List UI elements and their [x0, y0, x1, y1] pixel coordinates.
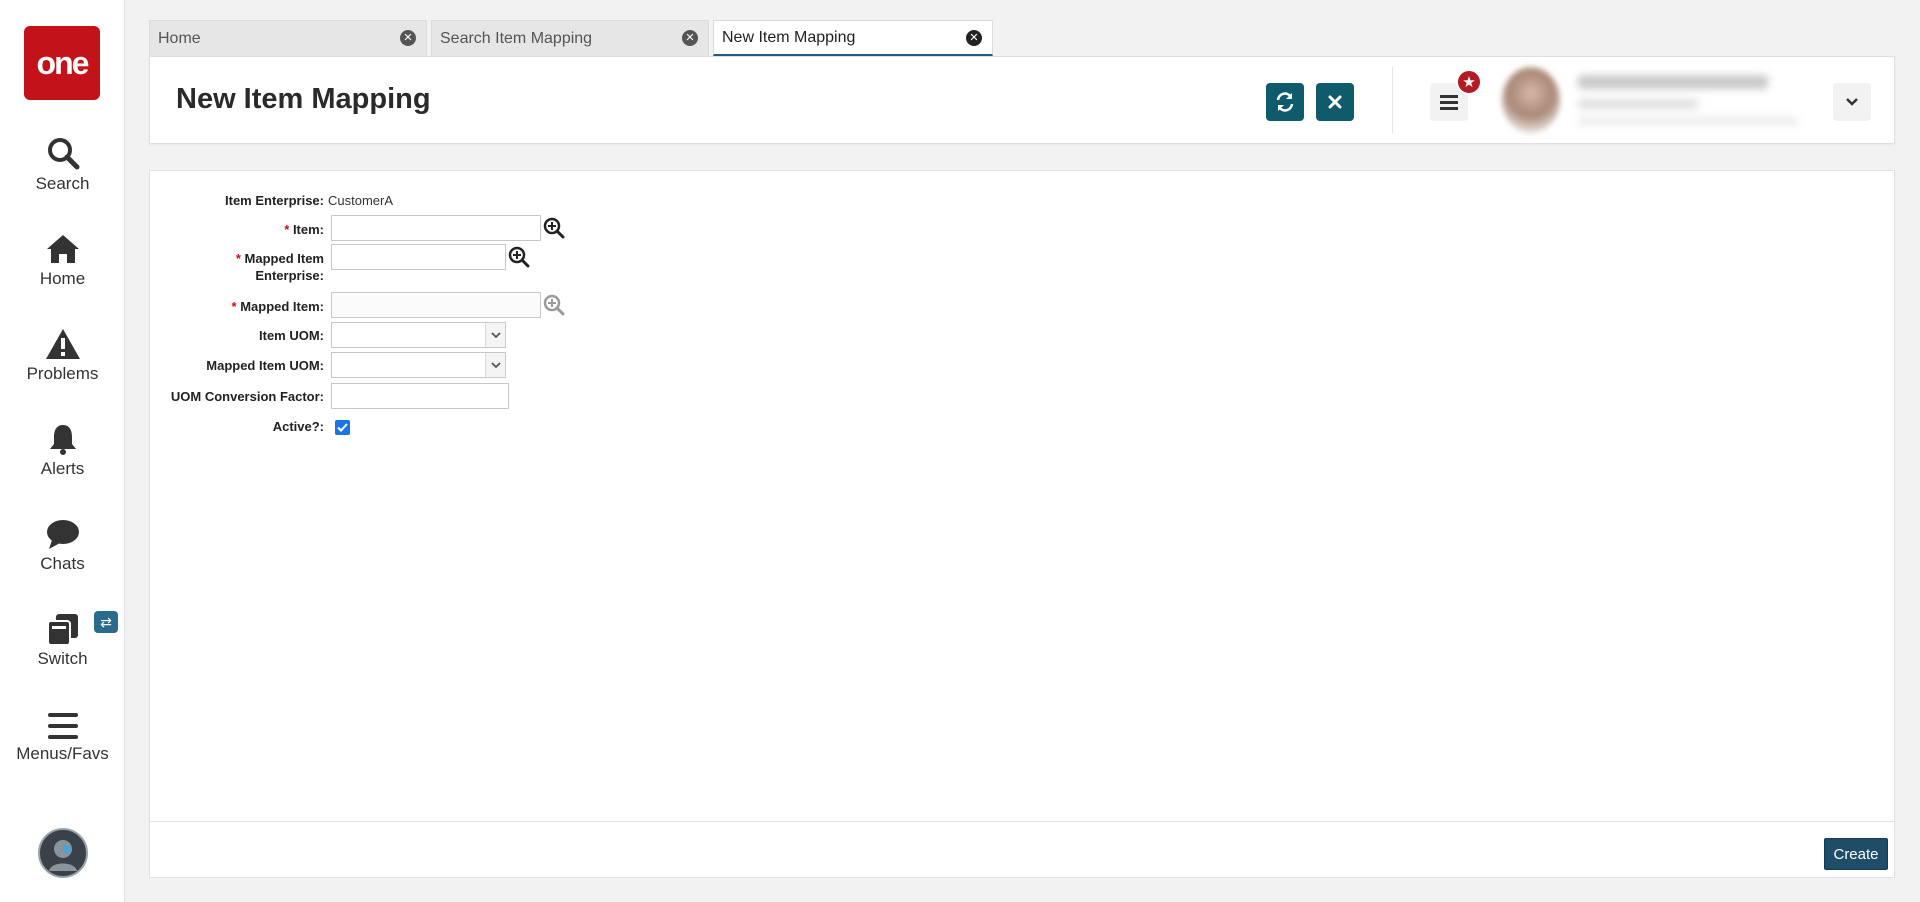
refresh-icon — [1276, 92, 1294, 112]
mapped-item-enterprise-input[interactable] — [331, 244, 506, 270]
nav-switch-label: Switch — [37, 649, 88, 668]
bell-icon — [48, 415, 78, 455]
user-avatar — [1502, 67, 1560, 133]
mapped-item-enterprise-label-line1: Mapped Item — [244, 251, 324, 266]
user-info-blurred — [1578, 75, 1798, 125]
create-button[interactable]: Create — [1824, 838, 1888, 870]
nav-chats[interactable]: Chats — [0, 510, 125, 590]
tab-new-item-mapping-label: New Item Mapping — [722, 28, 856, 46]
nav-search-label: Search — [35, 174, 90, 193]
active-row: Active?: — [150, 418, 328, 435]
chevron-down-icon[interactable] — [485, 323, 505, 347]
required-marker: * — [231, 299, 237, 314]
nav-home-label: Home — [39, 269, 86, 288]
page-header: New Item Mapping ★ — [149, 56, 1895, 144]
warning-icon — [45, 320, 81, 360]
refresh-button[interactable] — [1266, 83, 1304, 121]
nav-alerts[interactable]: Alerts — [0, 415, 125, 495]
mapped-item-enterprise-label: * Mapped Item Enterprise: — [150, 250, 328, 284]
item-uom-row: Item UOM: — [150, 327, 328, 344]
page-title: New Item Mapping — [176, 83, 431, 115]
mapped-item-uom-row: Mapped Item UOM: — [150, 357, 328, 374]
tab-home[interactable]: Home ✕ — [149, 20, 427, 56]
nav-menus-favs-label: Menus/Favs — [16, 744, 109, 763]
chevron-down-icon — [1846, 98, 1858, 106]
tab-new-item-mapping[interactable]: New Item Mapping ✕ — [713, 20, 993, 56]
active-checkbox[interactable] — [335, 420, 350, 435]
item-input[interactable] — [331, 215, 541, 241]
footer-divider — [150, 821, 1894, 822]
item-lookup-icon[interactable] — [543, 217, 565, 239]
user-menu-dropdown-button[interactable] — [1833, 83, 1871, 121]
mapped-item-label-text: Mapped Item: — [240, 299, 324, 314]
item-enterprise-value: CustomerA — [328, 193, 394, 208]
sidebar: one Search Home Problems Alerts Chats Sw… — [0, 0, 125, 902]
checkmark-icon — [337, 423, 348, 432]
item-mapping-form: Item Enterprise: CustomerA * Item: * Map… — [149, 170, 1895, 878]
chevron-down-icon[interactable] — [485, 353, 505, 377]
item-uom-select[interactable] — [331, 322, 506, 348]
item-uom-label: Item UOM: — [259, 328, 324, 343]
item-label-text: Item: — [292, 222, 324, 237]
item-enterprise-row: Item Enterprise: CustomerA — [150, 192, 393, 209]
item-enterprise-label: Item Enterprise: — [225, 193, 324, 208]
uom-conversion-factor-row: UOM Conversion Factor: — [150, 388, 328, 405]
header-divider — [1392, 67, 1393, 133]
close-page-button[interactable] — [1316, 83, 1354, 121]
nav-alerts-label: Alerts — [40, 459, 85, 478]
chat-icon — [46, 510, 80, 550]
hamburger-icon — [1440, 95, 1458, 110]
uom-conversion-factor-label: UOM Conversion Factor: — [170, 389, 324, 404]
mapped-item-input[interactable] — [331, 292, 541, 318]
favorite-star-icon[interactable]: ★ — [1456, 69, 1482, 95]
mapped-item-label: * Mapped Item: — [150, 298, 328, 315]
app-logo[interactable]: one — [24, 26, 100, 100]
nav-home[interactable]: Home — [0, 225, 125, 305]
nav-menus-favs[interactable]: Menus/Favs — [0, 700, 125, 780]
logo-text: one — [36, 44, 90, 81]
mapped-item-row: * Mapped Item: — [150, 298, 328, 315]
required-marker: * — [284, 222, 290, 237]
assistant-avatar[interactable] — [38, 828, 88, 878]
close-icon — [1328, 95, 1342, 109]
nav-search[interactable]: Search — [0, 130, 125, 210]
mapped-item-enterprise-row: * Mapped Item Enterprise: — [150, 250, 328, 284]
nav-problems[interactable]: Problems — [0, 320, 125, 400]
user-profile[interactable] — [1502, 65, 1802, 135]
hamburger-icon — [47, 700, 79, 740]
switch-arrows-icon[interactable]: ⇄ — [94, 611, 118, 633]
required-marker: * — [235, 251, 241, 266]
mapped-item-enterprise-lookup-icon[interactable] — [508, 246, 530, 268]
mapped-item-enterprise-label-line2: Enterprise: — [255, 268, 324, 283]
close-icon[interactable]: ✕ — [682, 30, 698, 46]
close-icon[interactable]: ✕ — [400, 30, 416, 46]
tab-search-item-mapping-label: Search Item Mapping — [440, 29, 593, 47]
tab-home-label: Home — [158, 29, 201, 47]
mapped-item-lookup-icon[interactable] — [543, 294, 565, 316]
tab-search-item-mapping[interactable]: Search Item Mapping ✕ — [431, 20, 709, 56]
close-icon[interactable]: ✕ — [966, 30, 982, 46]
item-row: * Item: — [150, 221, 328, 238]
mapped-item-uom-label: Mapped Item UOM: — [206, 358, 324, 373]
uom-conversion-factor-input[interactable] — [331, 383, 509, 409]
nav-problems-label: Problems — [26, 364, 99, 383]
home-icon — [45, 225, 81, 265]
nav-chats-label: Chats — [40, 554, 85, 573]
item-label: * Item: — [150, 221, 328, 238]
switch-icon — [46, 605, 80, 645]
search-icon — [46, 130, 80, 170]
mapped-item-uom-select[interactable] — [331, 352, 506, 378]
active-label: Active?: — [272, 419, 324, 434]
